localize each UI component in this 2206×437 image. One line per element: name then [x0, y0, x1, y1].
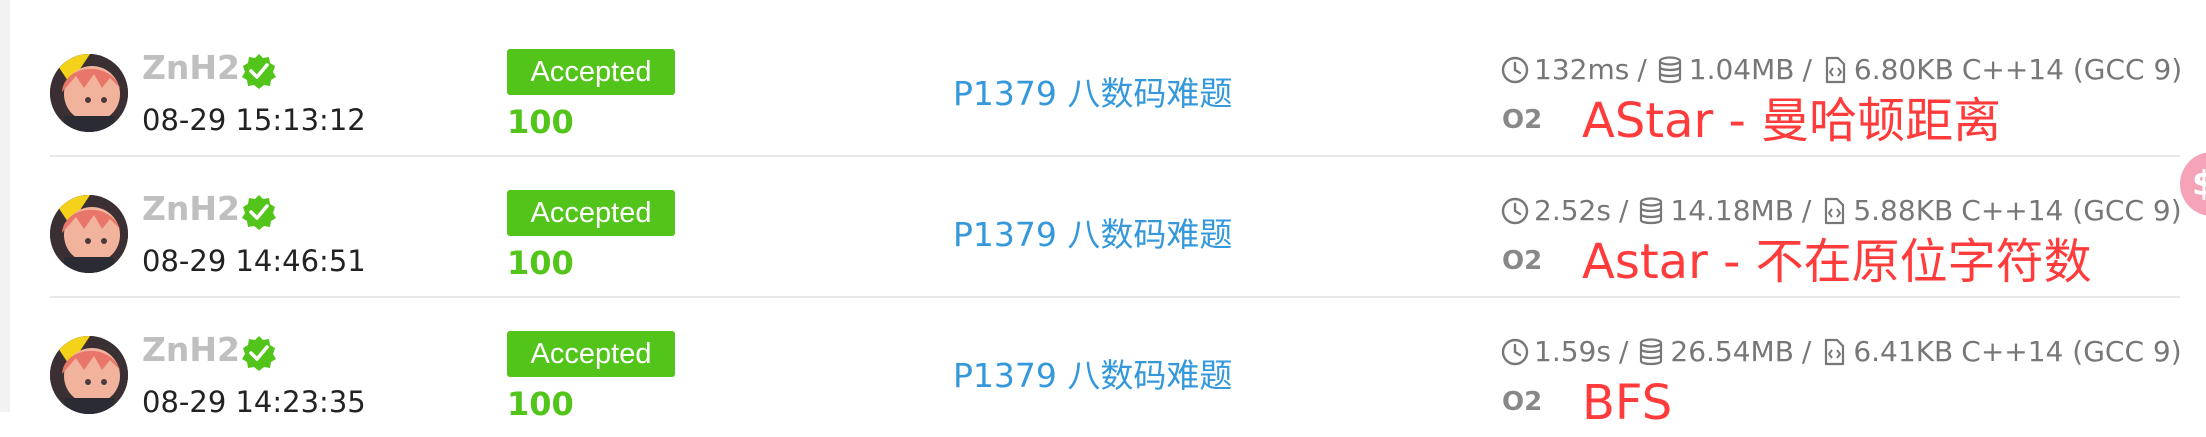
- avatar[interactable]: [50, 54, 128, 132]
- username-link[interactable]: ZnH2: [142, 46, 240, 90]
- check-badge-icon: [241, 194, 277, 230]
- run-time: 2.52s: [1534, 194, 1611, 227]
- avatar[interactable]: [50, 195, 128, 273]
- language: C++14 (GCC 9): [1961, 53, 2183, 86]
- status-badge[interactable]: Accepted: [507, 331, 675, 377]
- clock-icon: [1500, 196, 1530, 226]
- problem-link[interactable]: P1379 八数码难题: [953, 72, 1232, 116]
- annotation-note: BFS: [1582, 375, 1673, 431]
- score: 100: [507, 103, 574, 141]
- username-link[interactable]: ZnH2: [142, 187, 240, 231]
- metric-separator: /: [1618, 335, 1629, 368]
- submission-time: 08-29 14:23:35: [142, 385, 366, 419]
- record-row: ZnH2 08-29 14:23:35 Accepted 100 P1379 八…: [50, 296, 2182, 437]
- annotation-note: AStar - 曼哈顿距离: [1582, 93, 2002, 149]
- clock-icon: [1500, 337, 1530, 367]
- file-code-icon: [1819, 196, 1849, 226]
- problem-link[interactable]: P1379 八数码难题: [953, 213, 1232, 257]
- run-metrics: 2.52s / 14.18MB / 5.88KB C++14 (GCC 9): [1500, 191, 2182, 231]
- problem-link[interactable]: P1379 八数码难题: [953, 354, 1232, 398]
- metric-separator: /: [1801, 335, 1812, 368]
- run-metrics: 132ms / 1.04MB / 6.80KB C++14 (GCC 9): [1500, 50, 2182, 90]
- username-link[interactable]: ZnH2: [142, 328, 240, 372]
- avatar[interactable]: [50, 336, 128, 414]
- memory-usage: 14.18MB: [1670, 194, 1794, 227]
- submission-time: 08-29 15:13:12: [142, 103, 366, 137]
- check-badge-icon: [241, 53, 277, 89]
- file-code-icon: [1820, 55, 1850, 85]
- record-row: ZnH2 08-29 14:46:51 Accepted 100 P1379 八…: [50, 155, 2182, 298]
- file-code-icon: [1819, 337, 1849, 367]
- metric-separator: /: [1801, 194, 1812, 227]
- database-icon: [1636, 196, 1666, 226]
- code-size: 6.80KB: [1853, 53, 1954, 86]
- record-row: ZnH2 08-29 15:13:12 Accepted 100 P1379 八…: [50, 14, 2182, 157]
- language: C++14 (GCC 9): [1961, 194, 2182, 227]
- o2-flag: O2: [1502, 387, 1543, 417]
- o2-flag: O2: [1502, 246, 1543, 276]
- database-icon: [1655, 55, 1685, 85]
- annotation-note: Astar - 不在原位字符数: [1582, 234, 2092, 290]
- check-badge-icon: [241, 335, 277, 371]
- database-icon: [1636, 337, 1666, 367]
- memory-usage: 26.54MB: [1670, 335, 1794, 368]
- metric-separator: /: [1618, 194, 1629, 227]
- score: 100: [507, 385, 574, 423]
- status-badge[interactable]: Accepted: [507, 49, 675, 95]
- status-badge[interactable]: Accepted: [507, 190, 675, 236]
- code-size: 5.88KB: [1853, 194, 1954, 227]
- floating-action-button[interactable]: $: [2180, 152, 2206, 216]
- code-size: 6.41KB: [1853, 335, 1954, 368]
- run-time: 1.59s: [1534, 335, 1611, 368]
- metric-separator: /: [1637, 53, 1647, 86]
- memory-usage: 1.04MB: [1688, 53, 1795, 86]
- page-left-edge: [0, 0, 10, 412]
- o2-flag: O2: [1502, 105, 1543, 135]
- clock-icon: [1500, 55, 1530, 85]
- metric-separator: /: [1802, 53, 1812, 86]
- language: C++14 (GCC 9): [1961, 335, 2182, 368]
- run-time: 132ms: [1534, 53, 1630, 86]
- run-metrics: 1.59s / 26.54MB / 6.41KB C++14 (GCC 9): [1500, 332, 2182, 372]
- score: 100: [507, 244, 574, 282]
- submission-time: 08-29 14:46:51: [142, 244, 366, 278]
